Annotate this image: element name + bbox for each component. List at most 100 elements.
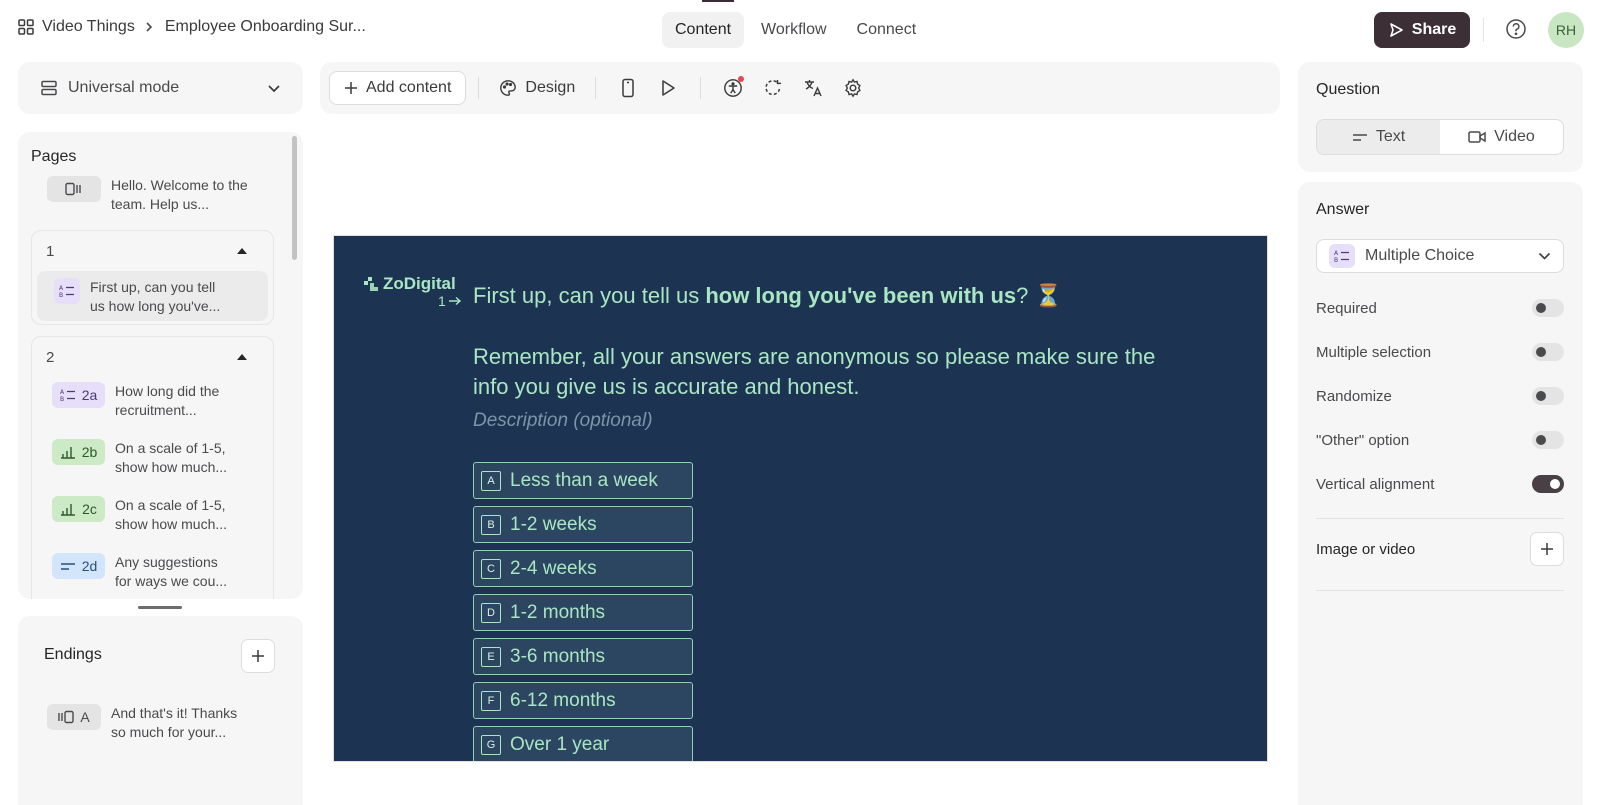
answer-option-c[interactable]: C 2-4 weeks	[473, 550, 693, 587]
short-text-icon: 2d	[52, 553, 105, 579]
other-option-toggle[interactable]	[1532, 431, 1564, 449]
mode-selector[interactable]: Universal mode	[18, 62, 303, 114]
setting-randomize: Randomize	[1316, 384, 1564, 408]
page-item-welcome[interactable]: Hello. Welcome to the team. Help us...	[47, 176, 251, 214]
design-button[interactable]: Design	[491, 79, 583, 97]
option-key: E	[481, 646, 501, 667]
setting-multiple-selection: Multiple selection	[1316, 340, 1564, 364]
svg-text:A: A	[60, 389, 65, 396]
endings-panel: Endings A And that's it! Thanks so much …	[18, 616, 303, 805]
question-title-bold: how long you've been with us	[705, 283, 1017, 308]
add-content-label: Add content	[366, 79, 452, 96]
page-group-1: 1 AB First up, can you tell us how long …	[31, 230, 274, 325]
option-key: F	[481, 690, 501, 711]
pages-panel: Pages Hello. Welcome to the team. Help u…	[18, 132, 303, 599]
logic-icon[interactable]	[753, 71, 793, 105]
question-type-video[interactable]: Video	[1440, 120, 1563, 154]
page-badge-label: 2b	[81, 444, 98, 460]
page-item-2a[interactable]: AB 2a How long did the recruitment...	[52, 382, 235, 420]
page-item-text: On a scale of 1-5, show how much...	[115, 440, 228, 475]
svg-text:B: B	[60, 396, 64, 402]
page-item-text: Any suggestions for ways we cou...	[115, 554, 228, 589]
breadcrumb-workspace[interactable]: Video Things	[42, 18, 135, 36]
welcome-screen-icon	[47, 176, 101, 202]
option-key: C	[481, 558, 501, 579]
description-input[interactable]: Description (optional)	[473, 410, 653, 432]
opinion-scale-icon: 2b	[52, 439, 105, 465]
question-type-text[interactable]: Text	[1317, 120, 1440, 154]
option-label: Over 1 year	[510, 733, 610, 755]
collapse-caret-icon[interactable]	[237, 248, 247, 254]
ending-screen-icon: A	[47, 704, 101, 730]
brand-logo: ZoDigital	[363, 274, 456, 294]
answer-option-b[interactable]: B 1-2 weeks	[473, 506, 693, 543]
accessibility-icon[interactable]	[713, 71, 753, 105]
settings-gear-icon[interactable]	[833, 71, 873, 105]
required-toggle[interactable]	[1532, 299, 1564, 317]
tab-workflow[interactable]: Workflow	[748, 12, 840, 48]
page-item-2c[interactable]: 2c On a scale of 1-5, show how much...	[52, 496, 235, 534]
ending-item-a[interactable]: A And that's it! Thanks so much for your…	[47, 704, 251, 742]
avatar[interactable]: RH	[1548, 12, 1584, 48]
multiple-choice-icon: AB 2a	[52, 382, 105, 408]
toggle-knob	[1550, 479, 1560, 489]
answer-settings-panel: Answer AB Multiple Choice Required Multi…	[1298, 182, 1583, 805]
apps-grid-icon[interactable]	[18, 19, 34, 35]
send-icon	[1388, 22, 1404, 38]
chevron-down-icon	[1538, 252, 1551, 260]
question-type-toggle: Text Video	[1316, 119, 1564, 155]
plus-icon	[1541, 543, 1553, 555]
question-type-label: Video	[1494, 128, 1535, 145]
tab-content[interactable]: Content	[662, 12, 745, 48]
answer-panel-title: Answer	[1316, 201, 1370, 218]
question-type-label: Text	[1375, 128, 1406, 145]
page-item-text: How long did the recruitment...	[115, 383, 220, 418]
breadcrumb-form[interactable]: Employee Onboarding Sur...	[165, 18, 366, 36]
question-preview-canvas[interactable]: ZoDigital 1 First up, can you tell us ho…	[333, 235, 1268, 762]
pages-scrollbar[interactable]	[292, 136, 297, 260]
svg-text:A: A	[59, 285, 64, 292]
question-title[interactable]: First up, can you tell us how long you'v…	[473, 283, 1062, 309]
add-ending-button[interactable]	[241, 639, 275, 673]
answer-option-a[interactable]: A Less than a week	[473, 462, 693, 499]
section-divider	[1316, 518, 1564, 519]
mobile-preview-icon[interactable]	[608, 71, 648, 105]
page-item-2d[interactable]: 2d Any suggestions for ways we cou...	[52, 553, 235, 591]
vertical-alignment-toggle[interactable]	[1532, 475, 1564, 493]
tab-connect[interactable]: Connect	[844, 12, 930, 48]
question-subtitle[interactable]: Remember, all your answers are anonymous…	[473, 342, 1173, 402]
option-label: 1-2 months	[510, 601, 606, 623]
design-label: Design	[525, 79, 576, 96]
page-item-1[interactable]: AB First up, can you tell us how long yo…	[54, 278, 230, 316]
plus-icon	[344, 81, 358, 95]
editor-toolbar: Add content Design	[320, 62, 1280, 114]
answer-option-f[interactable]: F 6-12 months	[473, 682, 693, 719]
panel-resize-handle[interactable]	[138, 606, 182, 609]
answer-option-g[interactable]: G Over 1 year	[473, 726, 693, 761]
option-key: D	[481, 602, 501, 623]
chevron-down-icon	[267, 84, 281, 93]
add-media-button[interactable]	[1530, 532, 1564, 566]
page-badge-label: 2d	[81, 558, 98, 574]
question-settings-panel: Question Text Video	[1298, 62, 1583, 172]
arrow-right-icon	[448, 296, 461, 306]
answer-option-d[interactable]: D 1-2 months	[473, 594, 693, 631]
multiple-selection-toggle[interactable]	[1532, 343, 1564, 361]
play-icon[interactable]	[648, 71, 688, 105]
answer-option-e[interactable]: E 3-6 months	[473, 638, 693, 675]
answer-type-select[interactable]: AB Multiple Choice	[1316, 239, 1564, 273]
ending-badge-label: A	[80, 709, 90, 725]
option-label: 6-12 months	[510, 689, 616, 711]
svg-text:B: B	[59, 292, 63, 298]
question-panel-title: Question	[1316, 81, 1381, 98]
collapse-caret-icon[interactable]	[237, 354, 247, 360]
option-label: Less than a week	[510, 469, 658, 491]
mode-label: Universal mode	[68, 79, 180, 96]
share-button[interactable]: Share	[1374, 12, 1470, 48]
randomize-toggle[interactable]	[1532, 387, 1564, 405]
page-item-2b[interactable]: 2b On a scale of 1-5, show how much...	[52, 439, 235, 477]
translate-icon[interactable]	[793, 71, 833, 105]
question-title-suffix: ? ⏳	[1016, 283, 1062, 308]
help-icon[interactable]	[1505, 18, 1529, 42]
add-content-button[interactable]: Add content	[329, 71, 467, 105]
